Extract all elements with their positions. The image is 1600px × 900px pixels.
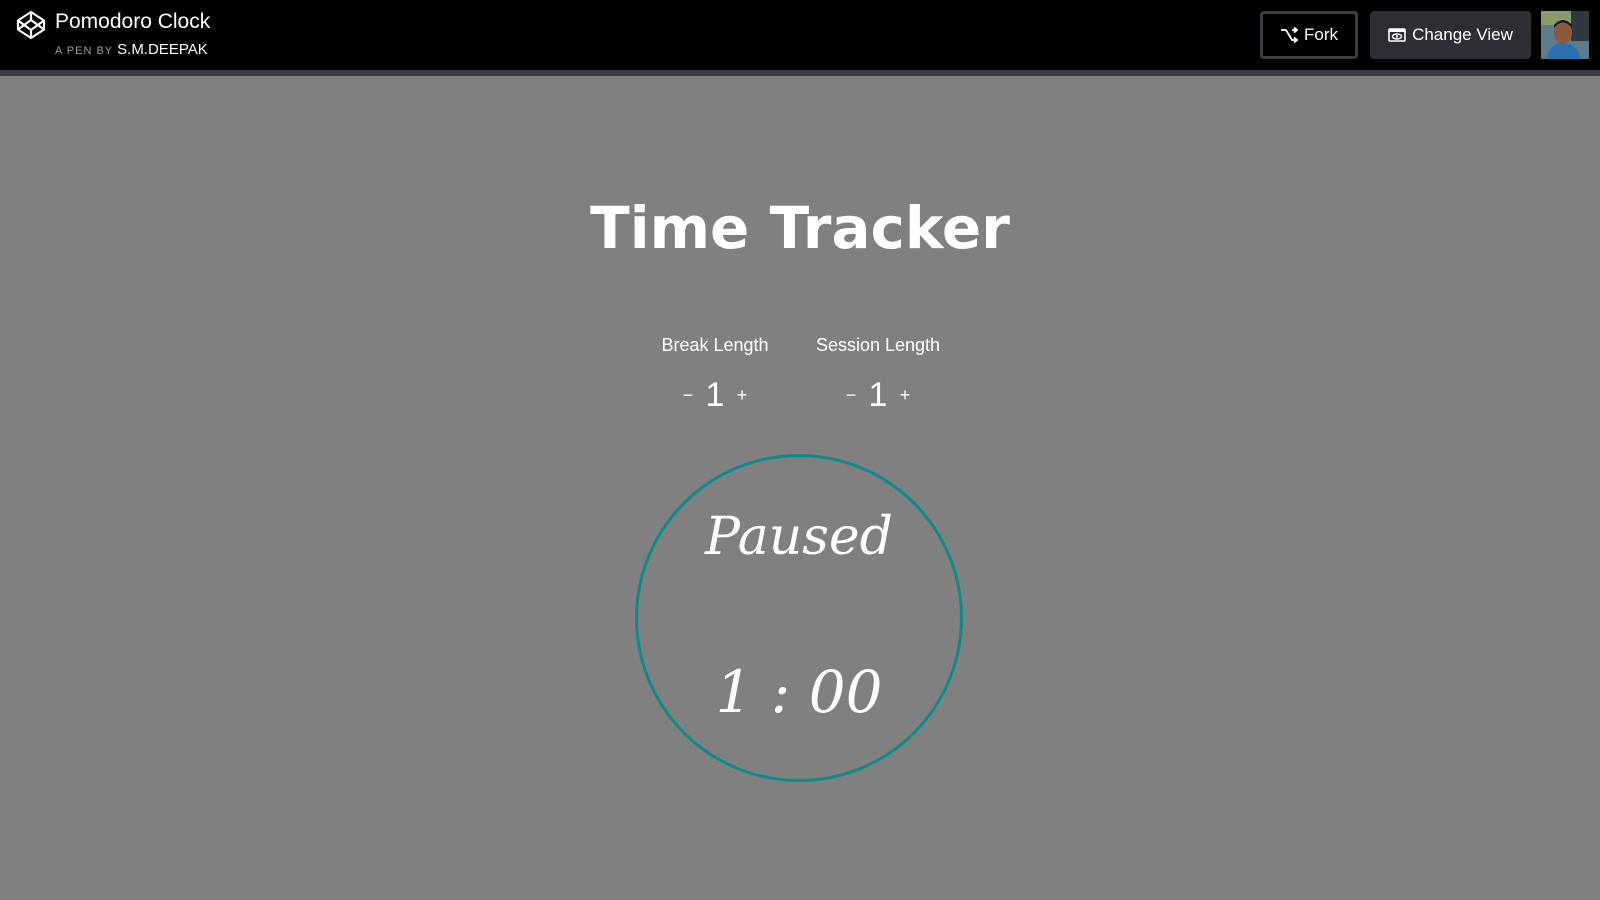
- fork-button[interactable]: Fork: [1260, 11, 1358, 59]
- break-length-control: − 1 +: [655, 372, 775, 418]
- timer-time: 1 : 00: [715, 658, 883, 726]
- session-increment-button[interactable]: +: [894, 385, 916, 406]
- timer-status: Paused: [705, 507, 893, 567]
- break-length-label: Break Length: [661, 335, 769, 355]
- session-length-label: Session Length: [815, 335, 941, 355]
- session-length-control: − 1 +: [818, 372, 938, 418]
- author-prefix: A PEN BY: [55, 45, 114, 57]
- fork-icon: [1281, 27, 1298, 43]
- session-decrement-button[interactable]: −: [840, 385, 862, 406]
- break-length-value: 1: [705, 375, 725, 414]
- timer-clock[interactable]: Paused 1 : 00: [635, 454, 963, 782]
- author-name-link[interactable]: S.M.DEEPAK: [117, 41, 208, 58]
- user-avatar[interactable]: [1541, 11, 1589, 59]
- page-title: Time Tracker: [590, 194, 1010, 262]
- codepen-logo-icon[interactable]: [16, 10, 46, 40]
- break-decrement-button[interactable]: −: [677, 385, 699, 406]
- break-increment-button[interactable]: +: [731, 385, 753, 406]
- session-length-value: 1: [868, 375, 888, 414]
- change-view-label: Change View: [1412, 25, 1513, 44]
- fork-label: Fork: [1304, 25, 1338, 44]
- pen-author: A PEN BY S.M.DEEPAK: [55, 41, 208, 60]
- pen-title[interactable]: Pomodoro Clock: [55, 9, 210, 35]
- change-view-button[interactable]: Change View: [1370, 11, 1531, 59]
- codepen-header: Pomodoro Clock A PEN BY S.M.DEEPAK Fork C…: [0, 0, 1600, 76]
- eye-icon: [1388, 28, 1406, 42]
